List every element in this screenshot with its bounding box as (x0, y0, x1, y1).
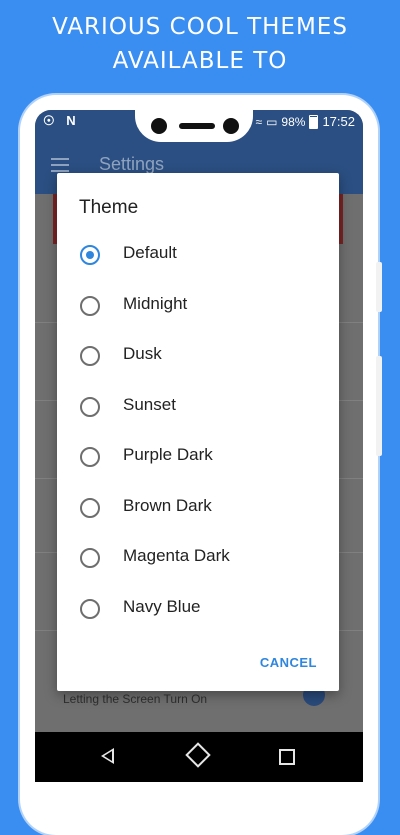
theme-option[interactable]: Midnight (57, 284, 339, 328)
back-icon[interactable] (101, 748, 114, 764)
status-right: ≈ ▭ 98% 17:52 (255, 114, 355, 129)
battery-icon (309, 114, 319, 129)
theme-option-label: Default (123, 243, 177, 262)
theme-option[interactable]: Purple Dark (57, 435, 339, 479)
battery-percent: 98% (281, 114, 306, 129)
theme-option[interactable]: Brown Dark (57, 486, 339, 530)
lightbulb-icon: ☉ (43, 113, 55, 128)
phone-notch (135, 110, 253, 142)
theme-option-label: Purple Dark (123, 445, 213, 464)
radio-unchecked-icon[interactable] (80, 447, 100, 467)
volume-button (376, 262, 382, 312)
status-left-icons: ☉ N (43, 113, 76, 129)
app-title: Settings (99, 154, 165, 174)
radio-unchecked-icon[interactable] (80, 295, 100, 316)
promo-title: VARIOUS COOL THEMES AVAILABLE TO (0, 10, 400, 78)
speaker-icon (179, 123, 215, 129)
promo-line-2: AVAILABLE TO (112, 48, 288, 74)
radio-unchecked-icon[interactable] (80, 346, 100, 366)
theme-option-label: Dusk (123, 344, 162, 363)
theme-option[interactable]: Sunset (57, 385, 339, 429)
theme-option[interactable]: Default (57, 233, 339, 277)
recent-apps-icon[interactable] (279, 749, 295, 765)
home-icon[interactable] (185, 742, 211, 768)
radio-checked-icon[interactable] (80, 245, 100, 265)
theme-option-label: Magenta Dark (123, 546, 230, 565)
n-icon: N (66, 113, 76, 128)
menu-icon[interactable] (51, 158, 69, 172)
theme-option[interactable]: Dusk (57, 334, 339, 378)
radio-unchecked-icon[interactable] (80, 548, 100, 568)
camera-icon (151, 118, 167, 134)
status-time: 17:52 (322, 114, 355, 129)
radio-unchecked-icon[interactable] (80, 598, 100, 619)
theme-dialog: Theme Default Midnight Dusk Sunset Purple Da… (57, 173, 339, 691)
camera-icon (223, 118, 239, 134)
radio-unchecked-icon[interactable] (80, 497, 100, 518)
theme-option-label: Brown Dark (123, 495, 212, 515)
theme-option[interactable]: Navy Blue (57, 587, 339, 631)
theme-option-label: Navy Blue (123, 596, 201, 616)
radio-unchecked-icon[interactable] (80, 396, 100, 417)
promo-line-1: VARIOUS COOL THEMES (52, 14, 348, 40)
navigation-bar (35, 732, 363, 782)
theme-option-label: Midnight (123, 293, 188, 313)
no-sim-icon: ▭ (266, 114, 278, 129)
wifi-icon: ≈ (255, 114, 263, 129)
dialog-title: Theme (79, 197, 139, 218)
theme-option[interactable]: Magenta Dark (57, 536, 339, 580)
background-setting-label: Letting the Screen Turn On (63, 692, 208, 706)
cancel-button[interactable]: CANCEL (260, 655, 317, 670)
theme-option-label: Sunset (123, 394, 176, 414)
power-button (376, 356, 382, 456)
